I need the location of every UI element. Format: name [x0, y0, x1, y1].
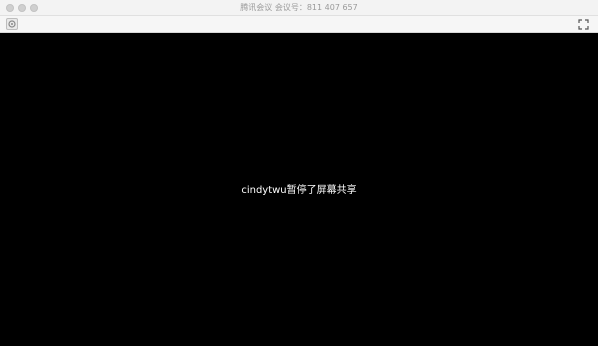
title-bar[interactable]: 腾讯会议 会议号：811 407 657 — [0, 0, 598, 16]
fullscreen-icon — [578, 19, 589, 30]
fullscreen-button[interactable] — [578, 19, 589, 30]
share-paused-message: cindytwu暂停了屏幕共享 — [241, 185, 357, 196]
window-title: 腾讯会议 会议号：811 407 657 — [240, 3, 358, 12]
toolbar — [0, 16, 598, 33]
settings-button[interactable] — [6, 18, 18, 30]
gear-icon — [7, 19, 17, 29]
meeting-window: 腾讯会议 会议号：811 407 657 cindytwu暂停了屏幕共享 — [0, 0, 598, 346]
